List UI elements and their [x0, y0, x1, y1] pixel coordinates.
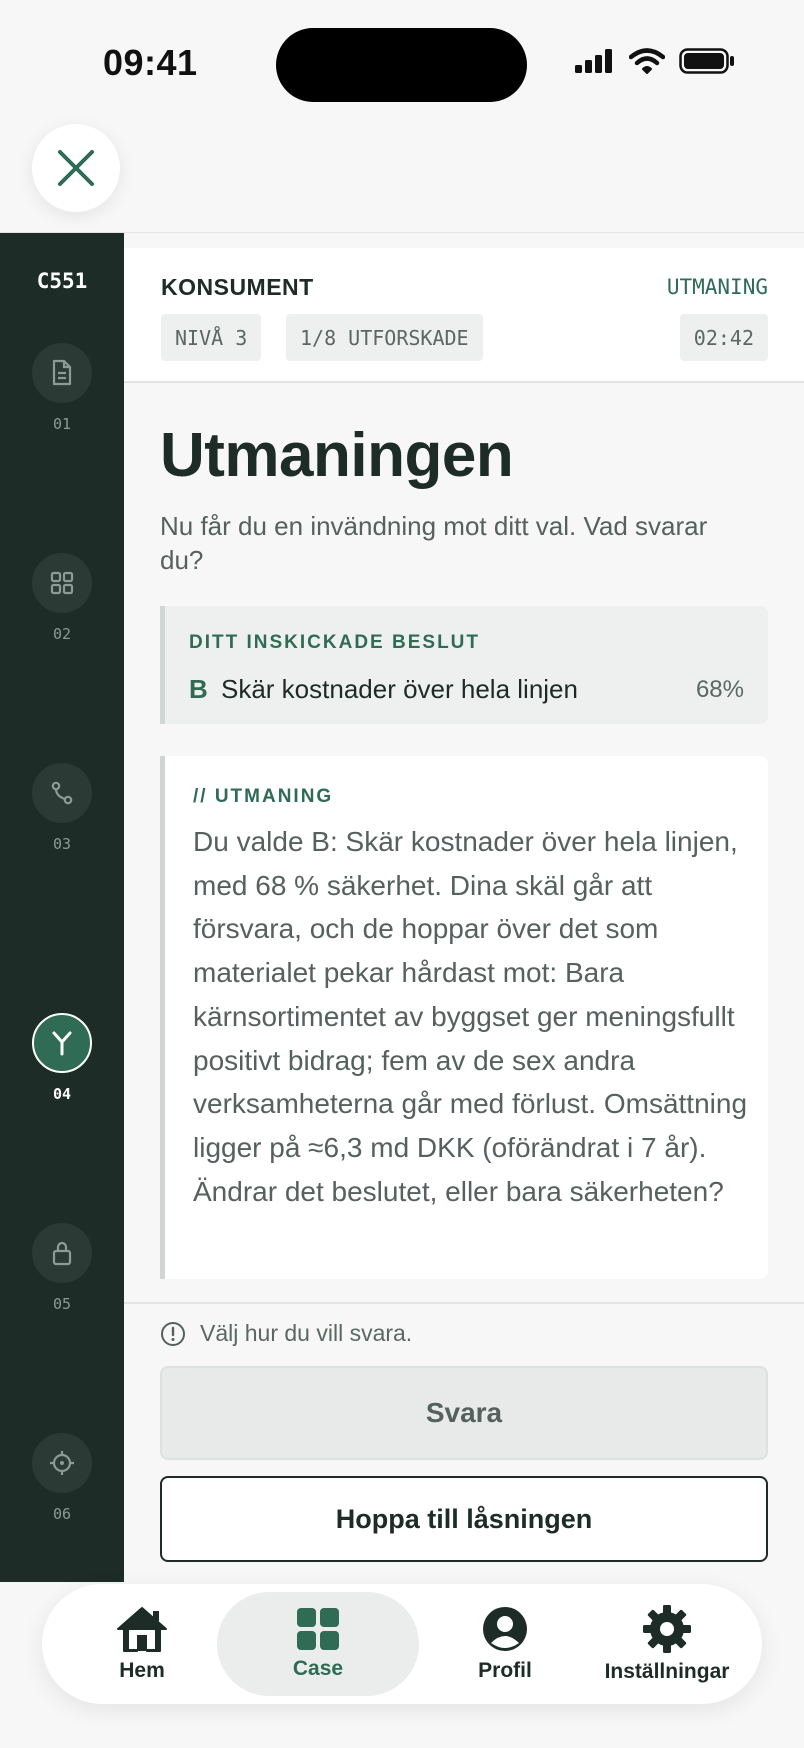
- timer-chip: 02:42: [679, 314, 768, 361]
- decision-letter: B: [189, 674, 208, 704]
- response-hint: Välj hur du vill svara.: [160, 1320, 412, 1347]
- case-category: KONSUMENT: [161, 274, 314, 300]
- level-chip: NIVÅ 3: [161, 314, 262, 361]
- case-header: KONSUMENT UTMANING NIVÅ 3 1/8 UTFORSKADE…: [124, 248, 804, 383]
- skip-to-lock-button[interactable]: Hoppa till låsningen: [160, 1476, 768, 1562]
- grid-icon: [297, 1608, 339, 1650]
- hint-text: Välj hur du vill svara.: [200, 1320, 413, 1346]
- status-bar: 09:41: [0, 0, 804, 130]
- home-icon: [117, 1607, 167, 1652]
- decision-confidence: 68%: [695, 676, 744, 703]
- battery-icon: [679, 48, 734, 74]
- step-sidebar: C551 01 02 03 04 05 06: [0, 233, 124, 1582]
- status-time: 09:41: [103, 42, 198, 83]
- page-subtitle: Nu får du en invändning mot ditt val. Va…: [160, 511, 708, 575]
- close-button[interactable]: [32, 124, 120, 212]
- signal-icon: [575, 49, 612, 73]
- grid-icon: [50, 571, 74, 595]
- submitted-decision-card: DITT INSKICKADE BESLUT B Skär kostnader …: [160, 606, 768, 724]
- nav-profile[interactable]: Profil: [450, 1584, 560, 1704]
- nav-case[interactable]: Case: [217, 1592, 419, 1696]
- document-icon: [52, 359, 72, 386]
- step-05[interactable]: 05: [0, 1223, 124, 1313]
- page-title: Utmaningen: [160, 421, 514, 490]
- step-04[interactable]: 04: [0, 1013, 124, 1103]
- step-03[interactable]: 03: [0, 763, 124, 853]
- content-divider: [124, 1302, 804, 1304]
- step-number: 06: [52, 1505, 72, 1523]
- nav-home[interactable]: Hem: [90, 1584, 194, 1704]
- dynamic-island: [276, 28, 527, 102]
- step-number: 01: [52, 415, 72, 433]
- challenge-text: Du valde B: Skär kostnader över hela lin…: [193, 826, 748, 1207]
- step-number: 02: [52, 625, 72, 643]
- nav-label: Inställningar: [604, 1660, 730, 1683]
- phase-label: UTMANING: [666, 275, 768, 299]
- nav-label: Profil: [478, 1659, 532, 1682]
- wifi-icon: [629, 48, 665, 74]
- close-icon: [58, 150, 94, 186]
- case-code: C551: [36, 269, 88, 293]
- nav-label: Hem: [119, 1659, 165, 1682]
- step-01[interactable]: 01: [0, 343, 124, 433]
- info-icon: [161, 1321, 185, 1346]
- step-02[interactable]: 02: [0, 553, 124, 643]
- step-number: 03: [52, 835, 72, 853]
- lock-icon: [52, 1241, 72, 1266]
- challenge-card: // UTMANING Du valde B: Skär kostnader ö…: [160, 756, 768, 1279]
- route-icon: [51, 781, 73, 805]
- decision-label: DITT INSKICKADE BESLUT: [189, 632, 480, 653]
- fork-icon: [52, 1031, 72, 1056]
- challenge-label: // UTMANING: [193, 786, 334, 807]
- target-icon: [50, 1451, 74, 1475]
- bottom-nav: Hem Case Profil Inställningar: [42, 1584, 762, 1704]
- decision-text: Skär kostnader över hela linjen: [221, 674, 578, 704]
- nav-label: Case: [292, 1657, 344, 1680]
- step-number: 05: [52, 1295, 72, 1313]
- gear-icon: [643, 1605, 691, 1653]
- respond-button[interactable]: Svara: [160, 1366, 768, 1460]
- explored-chip: 1/8 UTFORSKADE: [286, 314, 483, 361]
- nav-settings[interactable]: Inställningar: [587, 1584, 747, 1704]
- step-06[interactable]: 06: [0, 1433, 124, 1523]
- profile-icon: [483, 1607, 527, 1651]
- step-number: 04: [52, 1085, 72, 1103]
- status-icons: [575, 48, 735, 74]
